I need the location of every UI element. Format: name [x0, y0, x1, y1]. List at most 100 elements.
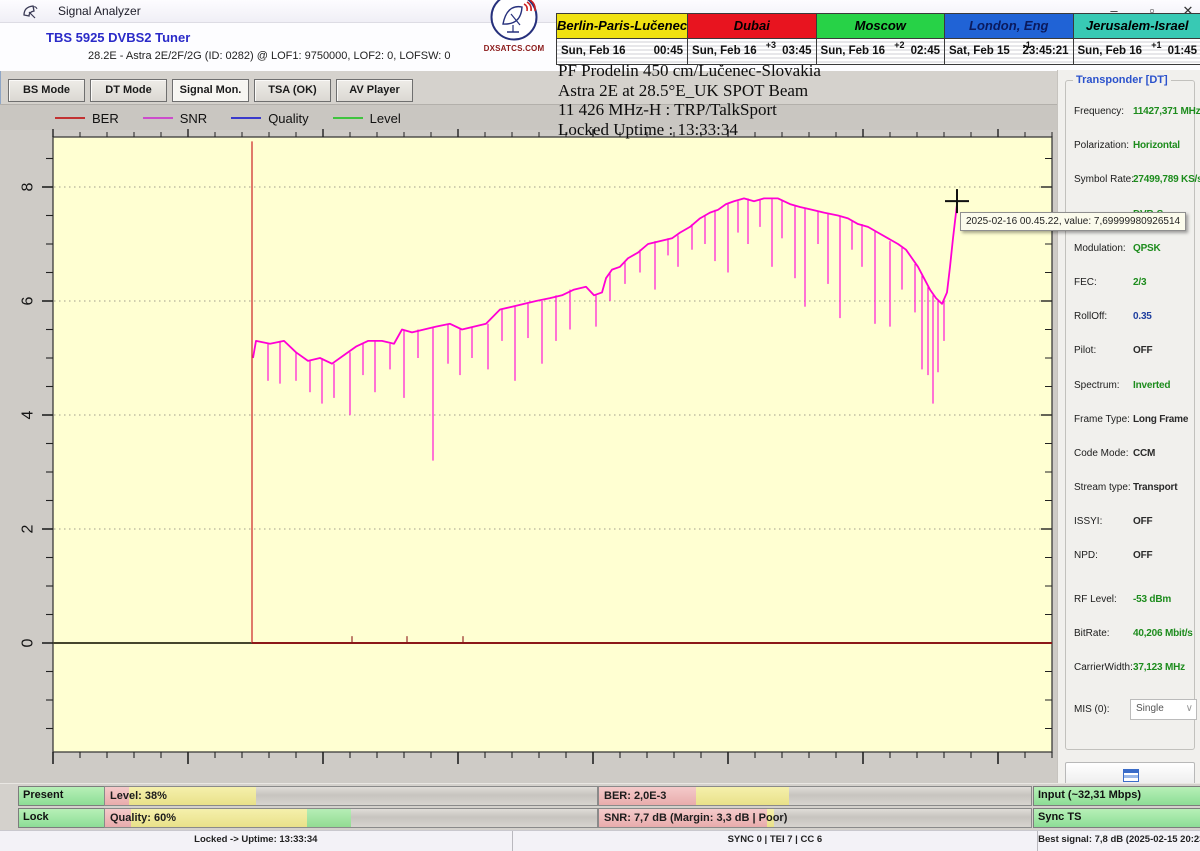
field-label: Pilot:	[1074, 345, 1096, 356]
legend-line-level	[333, 117, 363, 119]
field-value: Transport	[1133, 482, 1177, 493]
field-value: 11427,371 MHz	[1133, 106, 1200, 117]
legend-line-snr	[143, 117, 173, 119]
clock-city: Jerusalem-Israel	[1074, 14, 1200, 39]
bar-row-1: PresentLevel: 38% BER: 2,0E-3 Input (~32,3…	[0, 786, 1200, 806]
field-label: RollOff:	[1074, 311, 1107, 322]
clock-utc-offset: +1	[1151, 40, 1161, 50]
status-line: Locked -> Uptime: 13:33:34SYNC 0 | TEI 7…	[0, 830, 1200, 851]
field-value: OFF	[1133, 516, 1152, 527]
progress-bar-quality: Quality: 60%	[104, 808, 598, 828]
clock-date: Sun, Feb 16	[821, 39, 886, 63]
signal-status-bars: PresentLevel: 38% BER: 2,0E-3 Input (~32,3…	[0, 783, 1200, 831]
device-name: TBS 5925 DVBS2 Tuner	[46, 30, 190, 45]
annotation-overlay: PF Prodelin 450 cm/Lučenec-SlovakiaAstra…	[558, 61, 821, 139]
clock-body: Sat, Feb 15-123:45:21	[945, 39, 1072, 63]
tab-bs-mode[interactable]: BS Mode	[8, 79, 85, 102]
field-label: Modulation:	[1074, 243, 1126, 254]
field-label: Code Mode:	[1074, 448, 1128, 459]
world-clocks: Berlin-Paris-Lučenec Sun, Feb 16 00:45Duba…	[556, 13, 1200, 65]
field-value: 27499,789 KS/s	[1133, 174, 1200, 185]
transponder-fieldset: Transponder [DT] Frequency:11427,371 MHz…	[1065, 80, 1195, 750]
clock-city: London, Eng	[945, 14, 1072, 39]
annotation-line-3: 11 426 MHz-H : TRP/TalkSport	[558, 100, 821, 120]
transponder-row-frequency-: Frequency:11427,371 MHz	[1074, 103, 1192, 137]
clock-body: Sun, Feb 16+303:45	[688, 39, 815, 63]
transponder-row-frame-type-: Frame Type:Long Frame	[1074, 411, 1192, 445]
transponder-rows: Frequency:11427,371 MHz Polarization: Hori…	[1074, 103, 1192, 735]
status-box-present: Present	[18, 786, 106, 806]
clock-city: Dubai	[688, 14, 815, 39]
transponder-row-issyi-: ISSYI:OFF	[1074, 513, 1192, 547]
transponder-row-rolloff-: RollOff: 0.35	[1074, 308, 1192, 342]
mis-select[interactable]: Single∨	[1130, 699, 1197, 720]
field-label: NPD:	[1074, 550, 1098, 561]
mode-tabs: BS ModeDT ModeSignal Mon.TSA (OK)AV Play…	[8, 79, 413, 102]
legend-line-quality	[231, 117, 261, 119]
bar-label: BER: 2,0E-3	[604, 787, 666, 805]
transponder-row-stream-type-: Stream type:Transport	[1074, 479, 1192, 513]
field-label: FEC:	[1074, 277, 1097, 288]
clock-date: Sat, Feb 15	[949, 39, 1010, 63]
field-label: Polarization:	[1074, 140, 1129, 151]
legend-label-level: Level	[370, 111, 401, 126]
bar-segment-yellow	[696, 787, 789, 805]
transponder-row-npd-: NPD:OFF	[1074, 547, 1192, 581]
bar-row-2: LockQuality: 60% SNR: 7,7 dB (Margin: 3,3…	[0, 808, 1200, 828]
clock-body: Sun, Feb 16+101:45	[1074, 39, 1200, 63]
tab-av-player[interactable]: AV Player	[336, 79, 413, 102]
tuning-info: 28.2E - Astra 2E/2F/2G (ID: 0282) @ LOF1…	[88, 50, 451, 62]
field-label: BitRate:	[1074, 628, 1110, 639]
clock-time: 00:45	[654, 39, 683, 63]
field-value: QPSK	[1133, 243, 1161, 254]
transponder-row-symbol-rate-: Symbol Rate:27499,789 KS/s	[1074, 171, 1192, 205]
field-value: 0.35	[1133, 311, 1152, 322]
transponder-title: Transponder [DT]	[1073, 74, 1171, 86]
clock-city: Berlin-Paris-Lučenec	[557, 14, 687, 39]
transponder-row-polarization-: Polarization: Horizontal	[1074, 137, 1192, 171]
status-section-2: SYNC 0 | TEI 7 | CC 6	[513, 831, 1039, 851]
field-label: Stream type:	[1074, 482, 1131, 493]
clock-time: 23:45:21	[1022, 39, 1068, 63]
clock-moscow: MoscowSun, Feb 16+202:45	[817, 14, 945, 64]
chart-region	[0, 130, 1057, 783]
progress-bar-level: Level: 38%	[104, 786, 598, 806]
bar-label: Level: 38%	[110, 787, 167, 805]
clock-utc-offset: +3	[766, 40, 776, 50]
clock-jerusalem-israel: Jerusalem-IsraelSun, Feb 16+101:45	[1074, 14, 1200, 64]
clock-time: 03:45	[782, 39, 811, 63]
legend-label-quality: Quality	[268, 111, 308, 126]
field-label: MIS (0):	[1074, 704, 1110, 715]
dxsatcs-logo: DXSATCS.COM	[478, 0, 550, 50]
field-label: CarrierWidth:	[1074, 662, 1133, 673]
field-label: Spectrum:	[1074, 380, 1120, 391]
field-value: CCM	[1133, 448, 1155, 459]
field-value: Horizontal	[1133, 140, 1180, 151]
transponder-row-modulation-: Modulation: QPSK	[1074, 240, 1192, 274]
status-box-lock: Lock	[18, 808, 106, 828]
bar-segment-green	[307, 809, 351, 827]
status-box-input-32-31-mbps-: Input (~32,31 Mbps)	[1033, 786, 1200, 806]
field-value: Long Frame	[1133, 414, 1188, 425]
chart-legend: BERSNRQualityLevel	[0, 104, 1057, 131]
clock-date: Sun, Feb 16	[1078, 39, 1143, 63]
transponder-row-mis-0-: MIS (0):Single∨	[1074, 701, 1192, 735]
tab-tsa-ok-[interactable]: TSA (OK)	[254, 79, 331, 102]
chart-plot[interactable]	[53, 137, 1052, 752]
bar-label: SNR: 7,7 dB (Margin: 3,3 dB | Poor)	[604, 809, 787, 827]
satellite-dish-logo-icon	[489, 0, 539, 42]
bar-label: Quality: 60%	[110, 809, 176, 827]
tab-dt-mode[interactable]: DT Mode	[90, 79, 167, 102]
transponder-panel: Transponder [DT] Frequency:11427,371 MHz…	[1057, 70, 1200, 783]
table-icon	[1123, 769, 1139, 782]
clock-time: 02:45	[911, 39, 940, 63]
chart-tooltip: 2025-02-16 00.45.22, value: 7,6999998092…	[960, 212, 1186, 231]
transponder-row-spectrum-: Spectrum:Inverted	[1074, 377, 1192, 411]
tab-signal-mon-[interactable]: Signal Mon.	[172, 79, 249, 102]
app-icon	[21, 3, 38, 20]
clock-city: Moscow	[817, 14, 944, 39]
logo-text: DXSATCS.COM	[478, 44, 550, 53]
field-value: OFF	[1133, 345, 1152, 356]
clock-dubai: DubaiSun, Feb 16+303:45	[688, 14, 816, 64]
chevron-down-icon: ∨	[1186, 700, 1193, 717]
